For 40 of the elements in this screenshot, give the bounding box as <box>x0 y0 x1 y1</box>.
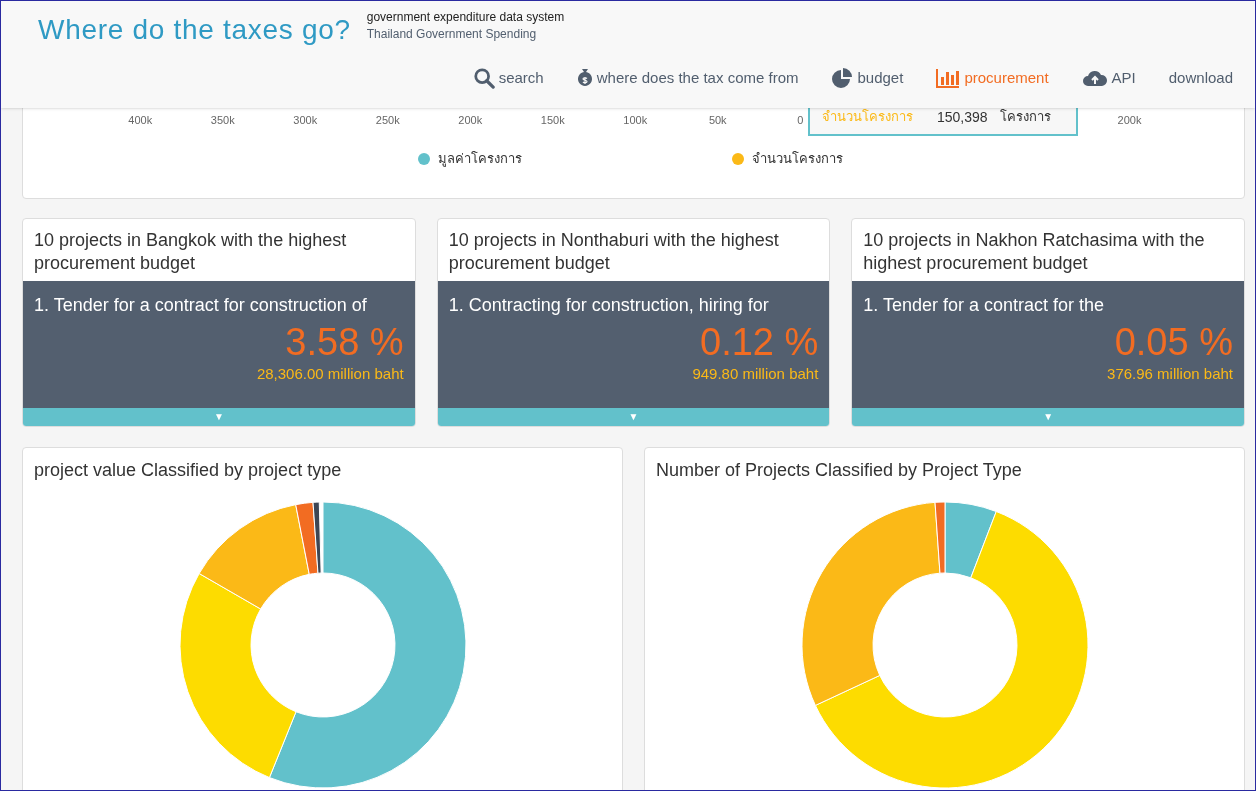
legend-label: มูลค่าโครงการ <box>438 150 522 169</box>
budget-percent: 3.58 % <box>285 321 404 363</box>
axis-tick-label: 150k <box>539 113 566 128</box>
pie-chart-icon <box>831 67 854 90</box>
axis-tick-label: 250k <box>374 113 401 128</box>
site-subtitle: Thailand Government Spending <box>366 26 538 43</box>
legend-label: จำนวนโครงการ <box>752 150 843 168</box>
nav-link[interactable]: where does the tax come from <box>576 67 799 90</box>
bar-chart-icon <box>936 68 961 89</box>
axis-tick-label: 200k <box>1116 113 1143 128</box>
budget-percent: 0.12 % <box>700 321 819 363</box>
budget-amount: 28,306.00 million baht <box>256 364 404 384</box>
axis-tick-label: 50k <box>707 113 728 128</box>
axis-tick-label: 100k <box>622 113 649 128</box>
project-name[interactable]: 1. Contracting for construction, hiring for <box>448 292 819 319</box>
chart-title: Number of Projects Classified by Project Type <box>655 459 1023 482</box>
axis-tick-label: 200k <box>457 113 484 128</box>
budget-amount: 376.96 million baht <box>1107 364 1233 384</box>
tooltip-label: จำนวนโครงการ <box>822 108 913 127</box>
search-icon <box>472 67 495 90</box>
axis-tick-label: 300k <box>292 113 319 128</box>
budget-percent: 0.05 % <box>1114 321 1233 363</box>
project-name[interactable]: 1. Tender for a contract for the <box>863 292 1233 319</box>
chart-title: project value Classified by project type <box>33 459 343 482</box>
nav-link[interactable]: search <box>472 67 544 90</box>
tooltip-unit: โครงการ <box>999 108 1051 127</box>
nav-link[interactable]: download <box>1168 67 1233 90</box>
axis-tick-label: 350k <box>209 113 236 128</box>
project-name[interactable]: 1. Tender for a contract for construction of <box>34 292 404 319</box>
site-subtitle: government expenditure data system <box>366 9 565 26</box>
card-title: 10 projects in Nakhon Ratchasima with the highest procurement budget <box>862 229 1206 275</box>
nav-link[interactable]: budget <box>831 67 904 90</box>
card-title: 10 projects in Nonthaburi with the highest procurement budget <box>447 229 780 275</box>
axis-tick-label: 400k <box>127 113 154 128</box>
money-bag-icon <box>576 68 593 89</box>
tooltip-value: 150,398 <box>937 107 988 127</box>
cloud-upload-icon <box>1081 68 1108 89</box>
budget-amount: 949.80 million baht <box>692 364 819 384</box>
card-title: 10 projects in Bangkok with the highest procurement budget <box>33 229 348 275</box>
nav-link[interactable]: API <box>1081 67 1136 90</box>
